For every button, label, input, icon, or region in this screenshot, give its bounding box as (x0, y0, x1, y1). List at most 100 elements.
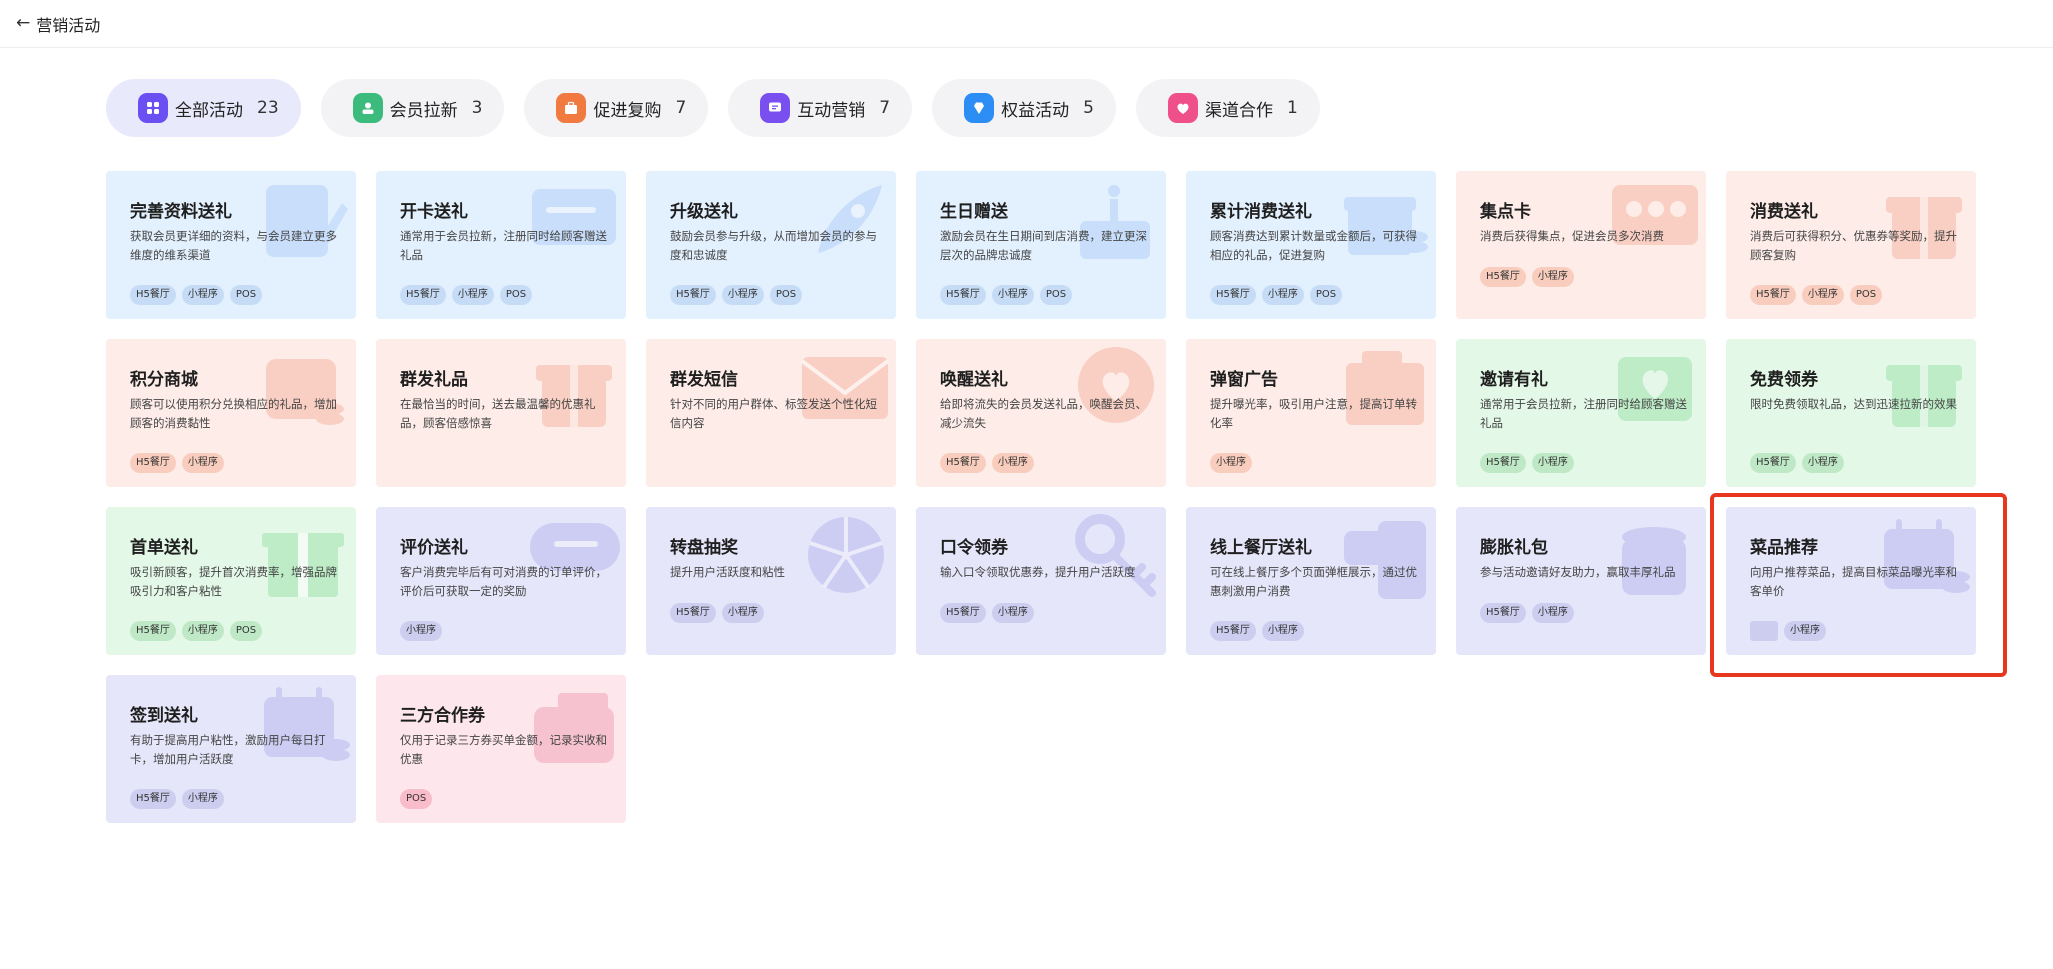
card-description: 获取会员更详细的资料，与会员建立更多维度的维系渠道 (130, 229, 337, 262)
card-description: 在最恰当的时间，送去最温馨的优惠礼品，顾客倍感惊喜 (400, 397, 596, 430)
grid-icon (138, 93, 168, 123)
activity-card[interactable]: 评价送礼客户消费完毕后有可对消费的订单评价，评价后可获取一定的奖励小程序 (376, 507, 626, 655)
tab-4[interactable]: 权益活动 5 (932, 79, 1116, 137)
platform-tag: H5餐厅 (1750, 285, 1796, 305)
platform-tag: 小程序 (181, 453, 224, 473)
tab-label: 全部活动 (175, 100, 243, 121)
diamond-icon (964, 93, 995, 123)
platform-tag: 小程序 (991, 603, 1034, 623)
card-description: 顾客消费达到累计数量或金额后，可获得相应的礼品，促进复购 (1210, 229, 1417, 262)
tab-label: 权益活动 (1001, 100, 1070, 121)
activity-card[interactable]: 膨胀礼包参与活动邀请好友助力，赢取丰厚礼品 H5餐厅 小程序 (1456, 507, 1706, 655)
card-description: 输入口令领取优惠券，提升用户活跃度 (940, 565, 1136, 579)
activity-card[interactable]: 升级送礼 鼓励会员参与升级，从而增加会员的参与度和忠诚度 H5餐厅 小程序 POS (646, 171, 896, 319)
card-title: 菜品推荐 (1750, 538, 1818, 558)
card-title: 邀请有礼 (1480, 370, 1548, 390)
platform-tag: H5餐厅 (940, 285, 986, 305)
tab-5[interactable]: 渠道合作 1 (1135, 79, 1320, 137)
platform-tag: H5餐厅 (940, 453, 986, 473)
activity-card[interactable]: 弹窗广告 提升曝光率，吸引用户注意，提高订单转化率 小程序 (1186, 339, 1436, 487)
activity-card[interactable]: 积分商城 顾客可以使用积分兑换相应的礼品，增加顾客的消费黏性 H5餐厅 小程序 (106, 339, 356, 487)
activity-card[interactable]: 菜品推荐 向用户推荐菜品，提高目标菜品曝光率和客单价 小程序 (1726, 507, 1976, 655)
activity-card[interactable]: 唤醒送礼给即将流失的会员发送礼品，唤醒会员、减少流失 H5餐厅 小程序 (916, 339, 1166, 487)
activity-card[interactable]: 消费送礼 消费后可获得积分、优惠券等奖励，提升顾客复购 H5餐厅 小程序 POS (1726, 171, 1976, 319)
card-description: 客户消费完毕后有可对消费的订单评价，评价后可获取一定的奖励 (400, 565, 607, 598)
activity-card[interactable]: 线上餐厅送礼可在线上餐厅多个页面弹框展示，通过优惠刺激用户消费 H5餐厅 小程序 (1186, 507, 1436, 655)
platform-tag: H5餐厅 (1480, 603, 1526, 623)
card-title: 集点卡 (1480, 202, 1531, 222)
platform-tag: POS (1849, 285, 1883, 305)
activity-card[interactable]: 首单送礼 吸引新顾客，提升首次消费率，增强品牌吸引力和客户粘性 H5餐厅 小程序 POS (106, 507, 356, 655)
card-title: 口令领券 (940, 538, 1008, 558)
platform-tag: POS (769, 285, 803, 305)
platform-tag: H5餐厅 (670, 285, 716, 305)
card-tags: H5餐厅 小程序 (1480, 267, 1574, 287)
card-tags: POS (400, 789, 433, 809)
arrow-left-icon[interactable]: ← (16, 15, 30, 32)
platform-tag: H5餐厅 (1480, 453, 1526, 473)
platform-tag: POS (229, 621, 263, 641)
card-tags: H5餐厅 小程序 POS (670, 285, 803, 305)
activity-card[interactable]: 三方合作券 仅用于记录三方券买单金额，记录实收和优惠 POS (376, 675, 626, 823)
card-tags: H5餐厅 小程序 (1210, 621, 1304, 641)
card-tags: H5餐厅 小程序 (1480, 453, 1574, 473)
card-description: 给即将流失的会员发送礼品，唤醒会员、减少流失 (940, 397, 1147, 430)
platform-tag: 小程序 (991, 285, 1034, 305)
platform-tag: H5餐厅 (400, 285, 446, 305)
card-title: 膨胀礼包 (1480, 538, 1548, 558)
tab-label: 促进复购 (593, 100, 662, 121)
tab-0[interactable]: 全部活动 23 (106, 79, 301, 137)
platform-tag: 小程序 (1801, 285, 1844, 305)
activity-card[interactable]: 口令领券 输入口令领取优惠券，提升用户活跃度 H5餐厅 小程序 (916, 507, 1166, 655)
card-description: 针对不同的用户群体、标签发送个性化短信内容 (670, 397, 877, 430)
tab-1[interactable]: 会员拉新 3 (320, 79, 505, 137)
card-description: 提升曝光率，吸引用户注意，提高订单转化率 (1210, 397, 1417, 430)
card-description: 可在线上餐厅多个页面弹框展示，通过优惠刺激用户消费 (1210, 565, 1417, 598)
page-title: 营销活动 (36, 15, 101, 35)
top-bar: ← 营销活动 (0, 0, 2053, 48)
platform-tag: H5餐厅 (130, 789, 176, 809)
tab-label: 会员拉新 (389, 100, 458, 121)
wheel-icon (798, 511, 890, 603)
card-title: 完善资料送礼 (130, 202, 232, 222)
activity-card[interactable]: 累计消费送礼 顾客消费达到累计数量或金额后，可获得相应的礼品，促进复购 H5餐厅 小程… (1186, 171, 1436, 319)
platform-tag: 小程序 (1531, 453, 1574, 473)
card-description: 通常用于会员拉新，注册同时给顾客赠送礼品 (400, 229, 607, 262)
platform-tag: 小程序 (991, 453, 1034, 473)
platform-tag: H5餐厅 (1210, 621, 1256, 641)
card-description: 参与活动邀请好友助力，赢取丰厚礼品 (1480, 565, 1676, 579)
activity-card[interactable]: 群发礼品 在最恰当的时间，送去最温馨的优惠礼品，顾客倍感惊喜 (376, 339, 626, 487)
platform-tag (1750, 621, 1778, 641)
activity-card[interactable]: 群发短信 针对不同的用户群体、标签发送个性化短信内容 (646, 339, 896, 487)
tab-label: 渠道合作 (1204, 100, 1273, 121)
card-title: 评价送礼 (400, 538, 468, 558)
card-title: 唤醒送礼 (940, 370, 1008, 390)
card-tags: 小程序 (400, 621, 442, 641)
activity-card[interactable]: 免费领券 限时免费领取礼品，达到迅速拉新的效果 H5餐厅 小程序 (1726, 339, 1976, 487)
platform-tag: POS (1039, 285, 1073, 305)
briefcase-icon (556, 93, 587, 123)
platform-tag: H5餐厅 (130, 285, 176, 305)
platform-tag: H5餐厅 (130, 453, 176, 473)
platform-tag: 小程序 (1784, 621, 1826, 641)
activity-card[interactable]: 开卡送礼 通常用于会员拉新，注册同时给顾客赠送礼品 H5餐厅 小程序 POS (376, 171, 626, 319)
activity-card[interactable]: 集点卡 消费后获得集点，促进会员多次消费 H5餐厅 小程序 (1456, 171, 1706, 319)
tab-2[interactable]: 促进复购 7 (524, 79, 709, 137)
platform-tag: 小程序 (1531, 603, 1574, 623)
platform-tag: POS (499, 285, 533, 305)
card-description: 提升用户活跃度和粘性 (670, 565, 785, 579)
key-icon (1068, 511, 1160, 603)
activity-card[interactable]: 生日赠送 激励会员在生日期间到店消费，建立更深层次的品牌忠诚度 H5餐厅 小程序 POS (916, 171, 1166, 319)
platform-tag: 小程序 (1210, 453, 1252, 473)
activity-card[interactable]: 签到送礼 有助于提高用户粘性，激励用户每日打卡，增加用户活跃度 H5餐厅 小程序 (106, 675, 356, 823)
card-description: 吸引新顾客，提升首次消费率，增强品牌吸引力和客户粘性 (130, 565, 337, 598)
card-tags: H5餐厅 小程序 (130, 453, 224, 473)
activity-card[interactable]: 邀请有礼 通常用于会员拉新，注册同时给顾客赠送礼品 H5餐厅 小程序 (1456, 339, 1706, 487)
card-title: 线上餐厅送礼 (1210, 538, 1312, 558)
heart-icon (1167, 93, 1198, 123)
tab-3[interactable]: 互动营销 7 (728, 79, 913, 137)
activity-card[interactable]: 转盘抽奖 提升用户活跃度和粘性 H5餐厅 小程序 (646, 507, 896, 655)
activity-card[interactable]: 完善资料送礼 获取会员更详细的资料，与会员建立更多维度的维系渠道 H5餐厅 小程序 PO… (106, 171, 356, 319)
card-title: 首单送礼 (130, 538, 198, 558)
platform-tag: 小程序 (181, 621, 224, 641)
